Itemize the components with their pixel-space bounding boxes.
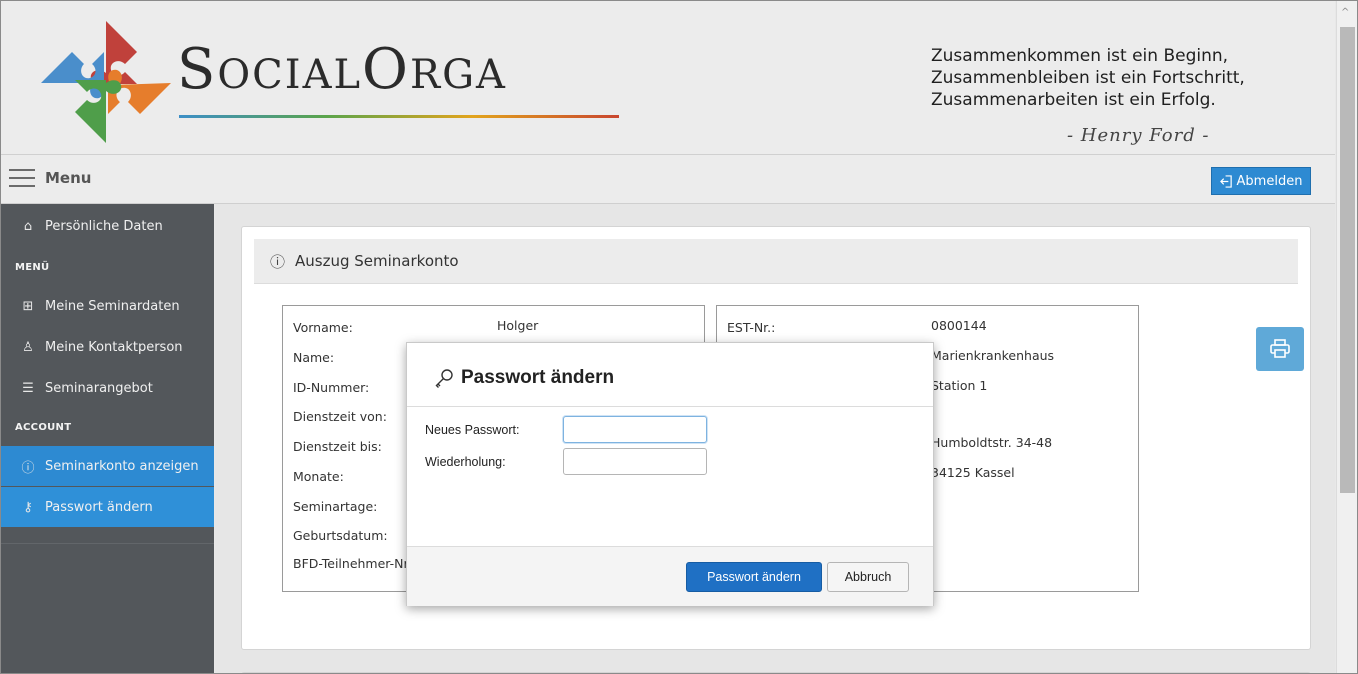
quote-line: Zusammenbleiben ist ein Fortschritt, (931, 68, 1245, 88)
field-label: Geburtsdatum: (293, 528, 388, 543)
dialog-divider (407, 406, 933, 407)
sidebar-section-account: ACCOUNT (15, 422, 72, 433)
logout-label: Abmelden (1236, 173, 1303, 189)
repeat-password-input[interactable] (563, 448, 707, 475)
hamburger-menu-icon[interactable] (9, 169, 35, 189)
field-label: Name: (293, 350, 335, 365)
sidebar-item-kontaktperson[interactable]: ♙ Meine Kontaktperson (1, 327, 214, 367)
dialog-footer: Passwort ändern Abbruch (407, 546, 933, 606)
app-window: SOCIALORGA Zusammenkommen ist ein Beginn… (0, 0, 1358, 674)
info-icon: ⓘ (270, 252, 286, 271)
quote-author: - Henry Ford - (1067, 125, 1210, 146)
field-label: EST-Nr.: (727, 320, 776, 335)
field-value: Humboldtstr. 34-48 (931, 435, 1053, 450)
change-password-submit-button[interactable]: Passwort ändern (686, 562, 822, 592)
sidebar-item-seminarkonto[interactable]: ⓘ Seminarkonto anzeigen (1, 446, 214, 486)
puzzle-logo-icon (41, 21, 171, 143)
field-value: Station 1 (931, 378, 988, 393)
logout-button[interactable]: Abmelden (1211, 167, 1311, 195)
brand-underline (179, 115, 619, 118)
printer-icon (1270, 339, 1290, 358)
sidebar: ⌂ Persönliche Daten MENÜ ⊞ Meine Seminar… (1, 204, 214, 673)
grid-icon: ⊞ (22, 298, 34, 314)
list-icon: ☰ (22, 380, 34, 396)
dialog-title: Passwort ändern (433, 367, 614, 389)
header-quote: Zusammenkommen ist ein Beginn, Zusammenb… (931, 45, 1245, 111)
menubar: Menu Abmelden (1, 155, 1335, 204)
sidebar-item-seminarangebot[interactable]: ☰ Seminarangebot (1, 368, 214, 408)
sidebar-item-label: Seminarkonto anzeigen (45, 458, 199, 474)
brand-text: RGA (409, 52, 507, 98)
home-icon: ⌂ (23, 218, 33, 234)
field-label: Dienstzeit von: (293, 409, 387, 424)
new-password-input[interactable] (563, 416, 707, 443)
field-label: ID-Nummer: (293, 380, 370, 395)
brand-text: OCIAL (217, 52, 363, 98)
field-label: Monate: (293, 469, 344, 484)
menu-toggle-label[interactable]: Menu (45, 169, 91, 187)
field-value: 34125 Kassel (931, 465, 1015, 480)
field-label: Dienstzeit bis: (293, 439, 382, 454)
brand-name: SOCIALORGA (177, 37, 507, 102)
sidebar-item-label: Persönliche Daten (45, 218, 163, 234)
panel-title: Auszug Seminarkonto (295, 252, 459, 270)
field-label: Seminartage: (293, 499, 378, 514)
sidebar-item-personal-data[interactable]: ⌂ Persönliche Daten (1, 206, 214, 246)
scrollbar-thumb[interactable] (1340, 27, 1355, 493)
user-icon: ♙ (22, 339, 34, 355)
panel-header: ⓘ Auszug Seminarkonto (254, 239, 1298, 284)
field-value: Holger (497, 318, 539, 333)
sidebar-item-label: Seminarangebot (45, 380, 153, 396)
sidebar-item-label: Meine Kontaktperson (45, 339, 183, 355)
sidebar-section-menu: MENÜ (15, 262, 50, 273)
sidebar-item-passwort[interactable]: ⚷ Passwort ändern (1, 487, 214, 527)
brand-letter: O (362, 37, 410, 102)
logout-icon (1219, 174, 1232, 188)
vertical-scrollbar[interactable]: ^ (1336, 1, 1357, 673)
repeat-password-label: Wiederholung: (425, 455, 506, 469)
field-label: Vorname: (293, 320, 353, 335)
new-password-label: Neues Passwort: (425, 423, 520, 437)
field-value: 0800144 (931, 318, 987, 333)
sidebar-divider (1, 543, 214, 544)
dialog-title-text: Passwort ändern (461, 367, 615, 388)
key-icon (435, 369, 453, 388)
page-header: SOCIALORGA Zusammenkommen ist ein Beginn… (1, 1, 1335, 155)
change-password-dialog: Passwort ändern Neues Passwort: Wiederho… (406, 342, 934, 606)
field-value: Marienkrankenhaus (931, 348, 1055, 363)
sidebar-item-label: Passwort ändern (45, 499, 153, 515)
sidebar-item-label: Meine Seminardaten (45, 298, 180, 314)
print-button[interactable] (1256, 327, 1304, 371)
quote-line: Zusammenkommen ist ein Beginn, (931, 46, 1229, 66)
sidebar-item-seminardaten[interactable]: ⊞ Meine Seminardaten (1, 286, 214, 326)
key-icon: ⚷ (23, 499, 33, 515)
quote-line: Zusammenarbeiten ist ein Erfolg. (931, 90, 1216, 110)
brand-letter: S (177, 37, 218, 102)
info-icon: ⓘ (21, 460, 35, 476)
scroll-up-icon[interactable]: ^ (1341, 7, 1349, 18)
cancel-button[interactable]: Abbruch (827, 562, 909, 592)
field-label: BFD-Teilnehmer-Nr (293, 556, 409, 571)
